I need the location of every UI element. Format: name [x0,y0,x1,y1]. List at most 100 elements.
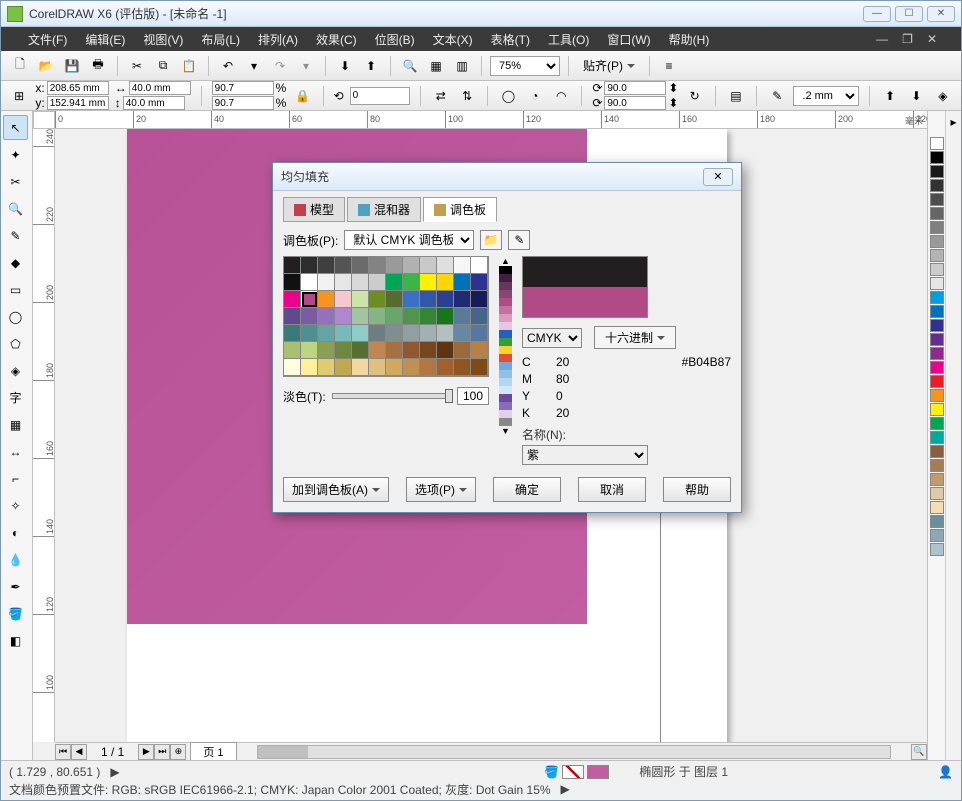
color-swatch[interactable] [369,308,386,325]
color-swatch[interactable] [318,359,335,376]
menu-item[interactable]: 工具(O) [539,27,598,52]
menu-item[interactable]: 效果(C) [307,27,366,52]
zoom-all-icon[interactable]: 🔍 [911,744,927,760]
cancel-button[interactable]: 取消 [578,477,646,502]
color-swatch[interactable] [352,308,369,325]
outline-pen-icon[interactable]: ✎ [767,85,787,107]
color-swatch[interactable] [318,291,335,308]
tint-swatch[interactable] [499,330,512,338]
tint-swatch[interactable] [499,378,512,386]
color-swatch[interactable] [437,291,454,308]
tint-swatch[interactable] [499,362,512,370]
tint-swatch[interactable] [499,282,512,290]
color-swatch[interactable] [403,342,420,359]
pie-icon[interactable]: ◔ [525,85,545,107]
minimize-button[interactable]: — [863,6,891,22]
tint-swatch[interactable] [499,370,512,378]
add-page[interactable]: ⊕ [170,744,186,760]
model-select[interactable]: CMYK [522,328,582,348]
tint-swatch[interactable] [499,402,512,410]
palette-select[interactable]: 默认 CMYK 调色板 [344,230,474,250]
color-swatch[interactable] [369,291,386,308]
doc-restore[interactable]: ❐ [896,30,919,48]
color-swatch[interactable] [437,274,454,291]
color-swatch[interactable] [471,257,488,274]
scale-x-input[interactable] [212,81,274,95]
fill-tool[interactable]: 🪣 [3,601,28,626]
save-icon[interactable]: 💾 [61,55,83,77]
color-swatch[interactable] [301,359,318,376]
scale-y-input[interactable] [212,96,274,110]
color-swatch[interactable] [471,308,488,325]
no-fill-swatch[interactable] [562,765,584,779]
color-swatch[interactable] [386,325,403,342]
color-swatch[interactable] [420,291,437,308]
tint-swatch[interactable] [499,266,512,274]
tint-swatch[interactable] [499,386,512,394]
color-swatch[interactable] [437,342,454,359]
page-tab[interactable]: 页 1 [190,742,236,761]
menu-item[interactable]: 编辑(E) [76,27,134,52]
color-swatch[interactable] [352,359,369,376]
folder-icon[interactable]: 📁 [480,230,502,250]
help-button[interactable]: 帮助 [663,477,731,502]
guide-line[interactable] [660,499,661,742]
angle1-input[interactable] [604,81,666,95]
color-swatch[interactable] [420,325,437,342]
color-swatch[interactable] [403,274,420,291]
h-scroll-thumb[interactable] [258,746,308,758]
menu-item[interactable]: 位图(B) [366,27,424,52]
palette-swatch[interactable] [930,235,944,248]
palette-swatch[interactable] [930,291,944,304]
color-swatch[interactable] [318,274,335,291]
tint-slider[interactable] [332,393,451,399]
color-swatch[interactable] [284,257,301,274]
palette-swatch[interactable] [930,389,944,402]
tint-swatch[interactable] [499,354,512,362]
color-swatch[interactable] [335,291,352,308]
tint-scroll-down[interactable]: ▼ [499,426,512,436]
ellipse-icon[interactable]: ◯ [498,85,518,107]
ruler-horizontal[interactable]: 毫米 020406080100120140160180200220 [55,111,927,129]
color-swatch[interactable] [369,359,386,376]
dropper-tool[interactable]: 💧 [3,547,28,572]
slider-thumb[interactable] [445,389,453,403]
undo-icon[interactable]: ↶ [217,55,239,77]
options-icon[interactable]: ≡ [658,55,680,77]
hex-mode-button[interactable]: 十六进制 [594,326,676,349]
color-swatch[interactable] [335,359,352,376]
color-swatch[interactable] [471,291,488,308]
zoom-tool[interactable]: 🔍 [3,196,28,221]
mirror-h-icon[interactable]: ⇄ [431,85,451,107]
interactive-fill-tool[interactable]: ◧ [3,628,28,653]
color-swatch[interactable] [471,325,488,342]
last-page[interactable]: ⏭ [154,744,170,760]
smart-fill-tool[interactable]: ◆ [3,250,28,275]
color-swatch[interactable] [386,359,403,376]
color-swatch[interactable] [352,274,369,291]
height-input[interactable] [123,96,185,110]
palette-swatch[interactable] [930,361,944,374]
palette-swatch[interactable] [930,543,944,556]
color-swatch[interactable] [284,291,301,308]
palette-swatch[interactable] [930,179,944,192]
dialog-close-button[interactable]: ✕ [703,168,733,186]
color-name-select[interactable]: 紫 [522,445,648,465]
palette-swatch[interactable] [930,487,944,500]
color-swatch[interactable] [352,342,369,359]
color-swatch[interactable] [301,257,318,274]
color-swatch[interactable] [403,308,420,325]
menu-item[interactable]: 表格(T) [482,27,539,52]
tint-swatch[interactable] [499,410,512,418]
color-swatch[interactable] [471,274,488,291]
color-swatch[interactable] [335,308,352,325]
palette-swatch[interactable] [930,193,944,206]
tint-swatch[interactable] [499,298,512,306]
palette-swatch[interactable] [930,515,944,528]
color-swatch[interactable] [386,342,403,359]
export-icon[interactable]: ⬆ [360,55,382,77]
app-launcher-icon[interactable]: ▦ [425,55,447,77]
search-icon[interactable]: 🔍 [399,55,421,77]
palette-swatch[interactable] [930,417,944,430]
new-color[interactable] [523,287,647,317]
